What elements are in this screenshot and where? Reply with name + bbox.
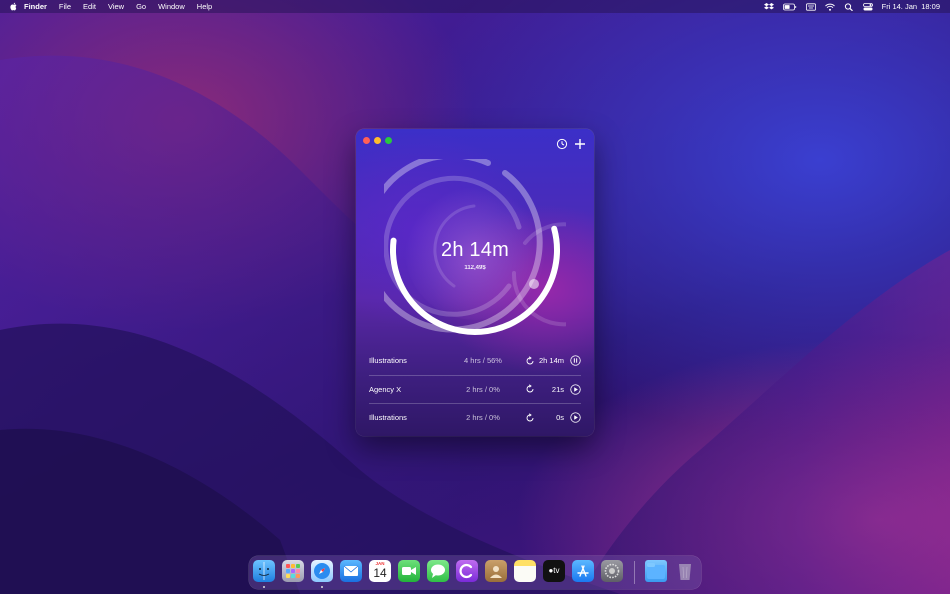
dock-calendar-icon[interactable]: JAN 14 — [369, 560, 391, 582]
menu-window[interactable]: Window — [152, 2, 191, 11]
reset-icon[interactable] — [523, 356, 537, 366]
dock-appstore-icon[interactable] — [572, 560, 594, 582]
window-minimize-button[interactable] — [374, 137, 381, 144]
window-toolbar — [556, 138, 586, 150]
reset-icon[interactable] — [523, 384, 537, 394]
dock-timer-app-icon[interactable] — [456, 560, 478, 582]
pause-icon[interactable] — [570, 355, 581, 366]
dock-contacts-icon[interactable] — [485, 560, 507, 582]
play-icon[interactable] — [570, 412, 581, 423]
play-icon[interactable] — [570, 384, 581, 395]
dock-facetime-icon[interactable] — [398, 560, 420, 582]
dock-system-preferences-icon[interactable] — [601, 560, 623, 582]
timer-elapsed: 2h 14m — [538, 356, 564, 366]
earnings-label: 112,49$ — [464, 265, 486, 271]
timer-goal: 2 hrs / 0% — [466, 384, 500, 394]
spotlight-icon[interactable] — [844, 2, 854, 11]
menu-edit[interactable]: Edit — [77, 2, 102, 11]
menu-help[interactable]: Help — [191, 2, 218, 11]
add-icon[interactable] — [574, 138, 586, 150]
timer-goal: 2 hrs / 0% — [466, 413, 500, 423]
dock-notes-icon[interactable] — [514, 560, 536, 582]
dock-separator — [634, 561, 635, 584]
ring-knob — [529, 279, 539, 289]
menu-app-finder[interactable]: Finder — [18, 2, 53, 11]
timer-row[interactable]: Illustrations 4 hrs / 56% 2h 14m — [369, 347, 581, 375]
dock: JAN 14 ●tv — [249, 556, 701, 589]
dropbox-icon[interactable] — [763, 2, 774, 11]
timer-window: 2h 14m 112,49$ Illustrations 4 hrs / 56%… — [356, 129, 594, 436]
timer-elapsed: 21s — [551, 384, 564, 394]
timer-row[interactable]: Agency X 2 hrs / 0% 21s — [369, 374, 581, 404]
dock-messages-icon[interactable] — [427, 560, 449, 582]
dock-appletv-icon[interactable]: ●tv — [543, 560, 565, 582]
battery-icon[interactable] — [782, 3, 797, 11]
window-zoom-button[interactable] — [385, 137, 392, 144]
timer-settings-icon[interactable] — [556, 138, 568, 150]
timer-elapsed: 0s — [556, 413, 564, 423]
timer-name: Illustrations — [369, 413, 407, 423]
dock-mail-icon[interactable] — [340, 560, 362, 582]
dock-trash-icon[interactable] — [674, 560, 696, 582]
menu-bar: Finder File Edit View Go Window Help Fri… — [0, 0, 950, 13]
timer-row[interactable]: Illustrations 2 hrs / 0% 0s — [369, 403, 581, 432]
dock-safari-icon[interactable] — [311, 560, 333, 582]
total-time: 2h 14m — [441, 239, 509, 261]
menu-clock[interactable]: Fri 14. Jan 18:09 — [882, 2, 940, 11]
timer-name: Agency X — [369, 384, 402, 394]
timer-goal: 4 hrs / 56% — [464, 356, 502, 366]
menu-go[interactable]: Go — [130, 2, 152, 11]
window-close-button[interactable] — [363, 137, 370, 144]
menu-view[interactable]: View — [102, 2, 130, 11]
dock-launchpad-icon[interactable] — [282, 560, 304, 582]
keyboard-icon[interactable] — [805, 2, 816, 11]
dock-downloads-folder-icon[interactable] — [645, 560, 667, 582]
menu-file[interactable]: File — [53, 2, 77, 11]
timer-name: Illustrations — [369, 356, 407, 366]
apple-menu-icon[interactable] — [10, 2, 18, 11]
dock-finder-icon[interactable] — [253, 560, 275, 582]
reset-icon[interactable] — [523, 413, 537, 423]
calendar-day: 14 — [373, 566, 387, 580]
control-center-icon[interactable] — [862, 2, 873, 11]
wifi-icon[interactable] — [824, 3, 835, 11]
timer-list: Illustrations 4 hrs / 56% 2h 14m Agency … — [369, 347, 581, 432]
window-controls — [363, 137, 392, 144]
